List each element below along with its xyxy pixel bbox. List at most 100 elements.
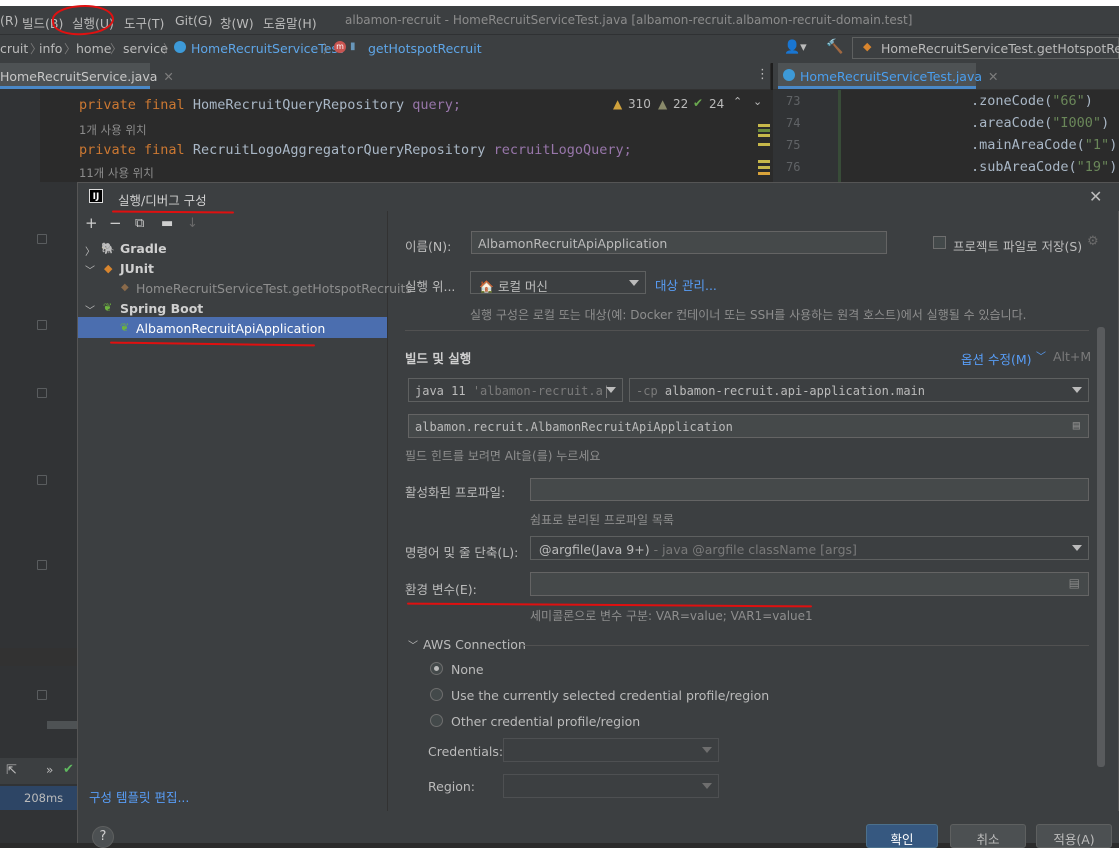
manage-targets-link[interactable]: 대상 관리... <box>655 275 717 294</box>
shorten-command-select[interactable]: @argfile(Java 9+) - java @argfile classN… <box>530 536 1089 560</box>
error-stripe[interactable] <box>758 143 770 146</box>
aws-none-label[interactable]: None <box>451 662 484 677</box>
error-stripe[interactable] <box>758 166 770 169</box>
cancel-button[interactable]: 취소 <box>950 824 1026 848</box>
breadcrumb-info[interactable]: info <box>39 41 62 56</box>
cp-value: albamon-recruit.api-application.main <box>664 384 926 398</box>
breadcrumb-class[interactable]: HomeRecruitServiceTest <box>191 41 343 56</box>
fold-icon[interactable] <box>37 388 47 398</box>
close-icon[interactable]: ✕ <box>988 69 998 84</box>
usage-hint[interactable]: 11개 사용 위치 <box>79 165 154 181</box>
remove-icon[interactable]: − <box>109 214 122 232</box>
horizontal-scrollbar[interactable] <box>47 721 78 729</box>
apply-button[interactable]: 적용(A) <box>1036 824 1112 848</box>
store-as-project-checkbox[interactable] <box>933 236 946 249</box>
fold-icon[interactable] <box>37 320 47 330</box>
tree-item-junit[interactable]: JUnit <box>120 261 154 276</box>
open-external-icon[interactable]: ⇱ <box>6 763 17 778</box>
breadcrumb-home[interactable]: home <box>76 41 111 56</box>
add-icon[interactable]: + <box>85 214 98 232</box>
aws-other-radio[interactable] <box>430 714 443 727</box>
jdk-hint: 'albamon-recruit.a| <box>472 384 611 398</box>
breadcrumb-module[interactable]: cruit <box>0 41 28 56</box>
menu-tools[interactable]: 도구(T) <box>124 13 164 32</box>
aws-other-label[interactable]: Other credential profile/region <box>451 714 640 729</box>
cp-flag: -cp <box>636 384 658 398</box>
breadcrumb-method[interactable]: getHotspotRecruit <box>368 41 482 56</box>
gear-icon[interactable]: ⚙ <box>1087 234 1099 249</box>
error-stripe[interactable] <box>758 134 770 137</box>
menu-git[interactable]: Git(G) <box>175 13 213 28</box>
tree-item-gradle[interactable]: Gradle <box>120 241 167 256</box>
test-class-icon <box>174 41 186 53</box>
chevron-down-icon[interactable]: ﹀ <box>85 262 95 277</box>
tree-item-junit-test[interactable]: HomeRecruitServiceTest.getHotspotRecruit… <box>136 281 412 296</box>
new-folder-icon[interactable]: ▬ <box>161 216 173 231</box>
close-icon[interactable]: ✕ <box>163 69 173 84</box>
jdk-select[interactable]: java 11 'albamon-recruit.a| <box>408 378 623 402</box>
aws-current-radio[interactable] <box>430 688 443 701</box>
fold-icon[interactable] <box>37 475 47 485</box>
chevron-up-icon[interactable]: ⌃ <box>733 95 742 108</box>
menu-partial[interactable]: (R) <box>0 13 18 28</box>
aws-current-label[interactable]: Use the currently selected credential pr… <box>451 688 769 703</box>
modify-options-link[interactable]: 옵션 수정(M) <box>961 349 1032 368</box>
fold-icon[interactable] <box>37 560 47 570</box>
dialog-title-bar[interactable] <box>78 183 1119 211</box>
active-profiles-input[interactable] <box>530 478 1089 501</box>
classpath-select[interactable]: -cp albamon-recruit.api-application.main <box>629 378 1089 402</box>
typo-check-icon: ✔ <box>693 96 704 110</box>
aws-none-radio[interactable] <box>430 662 443 675</box>
run-time: 208ms <box>24 791 64 805</box>
chevron-down-icon[interactable]: ﹀ <box>1036 348 1046 363</box>
spring-boot-icon: ❦ <box>103 301 113 314</box>
usage-hint[interactable]: 1개 사용 위치 <box>79 122 147 138</box>
code-line: .mainAreaCode("1") <box>971 137 1118 153</box>
credentials-select[interactable] <box>503 738 719 762</box>
error-stripe[interactable] <box>758 129 770 132</box>
weak-warning-count[interactable]: 22 <box>673 97 688 111</box>
env-variables-input[interactable]: ▤ <box>530 572 1089 596</box>
more-icon[interactable]: » <box>46 763 53 777</box>
modify-options-shortcut: Alt+M <box>1053 349 1092 364</box>
hammer-icon[interactable]: 🔨 <box>826 39 843 55</box>
region-select[interactable] <box>503 774 719 798</box>
aws-connection-heading[interactable]: AWS Connection <box>423 637 526 652</box>
error-stripe[interactable] <box>758 160 770 163</box>
build-run-heading: 빌드 및 실행 <box>405 351 472 366</box>
form-scrollbar[interactable] <box>1097 327 1105 767</box>
store-as-project-label[interactable]: 프로젝트 파일로 저장(S) <box>953 236 1082 255</box>
chevron-down-icon[interactable]: ﹀ <box>85 302 95 317</box>
error-stripe[interactable] <box>758 124 770 127</box>
copy-icon[interactable]: ⧉ <box>135 216 144 231</box>
main-class-input[interactable]: albamon.recruit.AlbamonRecruitApiApplica… <box>408 414 1089 438</box>
sort-icon[interactable]: ↓ <box>187 216 198 231</box>
tab-home-recruit-service-test[interactable]: HomeRecruitServiceTest.java ✕ <box>778 63 999 89</box>
fold-icon[interactable] <box>37 690 47 700</box>
chevron-right-icon[interactable]: 〉 <box>85 243 95 258</box>
user-icon[interactable]: 👤▾ <box>784 40 807 55</box>
tree-item-api-application[interactable]: AlbamonRecruitApiApplication <box>136 321 325 336</box>
check-icon: ✔ <box>63 762 74 777</box>
breadcrumb-service[interactable]: service <box>123 41 168 56</box>
warning-count[interactable]: 310 <box>628 97 651 111</box>
more-vertical-icon[interactable]: ⋮ <box>756 67 769 82</box>
editor-gutter-right <box>773 90 841 182</box>
tab-home-recruit-service[interactable]: HomeRecruitService.java ✕ <box>0 63 174 89</box>
menu-help[interactable]: 도움말(H) <box>263 13 317 32</box>
run-on-select[interactable]: 🏠 로컬 머신 <box>470 271 646 294</box>
browse-icon[interactable]: ▤ <box>1073 418 1080 432</box>
typo-count[interactable]: 24 <box>709 97 724 111</box>
browse-icon[interactable]: ▤ <box>1069 576 1080 590</box>
name-input[interactable]: AlbamonRecruitApiApplication <box>471 231 887 254</box>
close-icon[interactable]: ✕ <box>1089 187 1102 206</box>
menu-window[interactable]: 창(W) <box>220 13 254 32</box>
chevron-down-icon[interactable]: ⌄ <box>753 95 762 108</box>
chevron-down-icon[interactable]: ﹀ <box>408 637 418 652</box>
tree-item-spring-boot[interactable]: Spring Boot <box>120 301 203 316</box>
ok-button[interactable]: 확인 <box>866 824 938 848</box>
fold-icon[interactable] <box>37 234 47 244</box>
error-stripe[interactable] <box>758 172 770 175</box>
edit-templates-link[interactable]: 구성 템플릿 편집... <box>89 787 189 806</box>
help-icon[interactable]: ? <box>92 826 114 848</box>
